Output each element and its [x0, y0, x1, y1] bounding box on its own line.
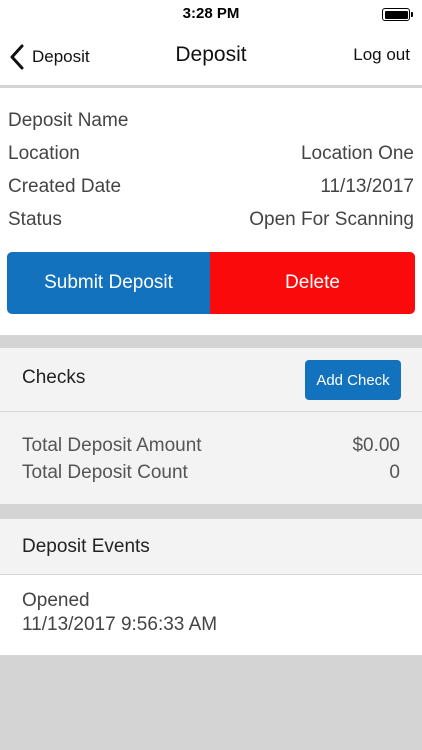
status-time: 3:28 PM — [182, 5, 240, 22]
submit-deposit-button[interactable]: Submit Deposit — [7, 252, 210, 314]
chevron-left-icon — [10, 44, 24, 70]
event-name: Opened — [22, 590, 90, 611]
total-amount-row: Total Deposit Amount $0.00 — [22, 433, 400, 459]
detail-value: 11/13/2017 — [320, 176, 414, 197]
event-timestamp: 11/13/2017 9:56:33 AM — [22, 614, 218, 635]
action-buttons: Submit Deposit Delete — [7, 252, 415, 314]
list-item: Opened 11/13/2017 9:56:33 AM — [22, 589, 217, 637]
detail-value: Open For Scanning — [249, 209, 414, 230]
total-count-row: Total Deposit Count 0 — [22, 460, 400, 486]
battery-full-icon — [382, 8, 413, 21]
deposit-screen: 3:28 PM Deposit Deposit Log out Deposit … — [0, 0, 422, 750]
detail-row-created-date: Created Date 11/13/2017 — [8, 172, 414, 202]
detail-row-deposit-name: Deposit Name — [8, 106, 414, 136]
events-header: Deposit Events — [0, 519, 422, 575]
total-value: 0 — [389, 462, 400, 483]
delete-button[interactable]: Delete — [210, 252, 415, 314]
detail-label: Deposit Name — [8, 110, 129, 131]
checks-title: Checks — [22, 367, 86, 388]
total-label: Total Deposit Amount — [22, 435, 202, 456]
navigation-bar: Deposit Deposit Log out — [0, 28, 422, 86]
checks-header: Checks Add Check — [0, 348, 422, 412]
status-bar: 3:28 PM — [0, 0, 422, 28]
empty-area — [0, 668, 422, 750]
back-button[interactable]: Deposit — [8, 42, 90, 72]
total-label: Total Deposit Count — [22, 462, 188, 483]
back-button-label: Deposit — [32, 47, 90, 66]
deposit-details: Deposit Name Location Location One Creat… — [0, 88, 422, 336]
total-value: $0.00 — [352, 435, 400, 456]
events-title: Deposit Events — [22, 536, 150, 557]
logout-button[interactable]: Log out — [353, 45, 410, 65]
detail-label: Location — [8, 143, 80, 164]
detail-row-location: Location Location One — [8, 139, 414, 169]
detail-value: Location One — [300, 143, 414, 164]
add-check-button[interactable]: Add Check — [305, 360, 401, 400]
checks-panel: Checks Add Check Total Deposit Amount $0… — [0, 347, 422, 505]
deposit-events-panel: Deposit Events Opened 11/13/2017 9:56:33… — [0, 518, 422, 656]
detail-row-status: Status Open For Scanning — [8, 205, 414, 235]
detail-label: Status — [8, 209, 62, 230]
detail-label: Created Date — [8, 176, 122, 197]
